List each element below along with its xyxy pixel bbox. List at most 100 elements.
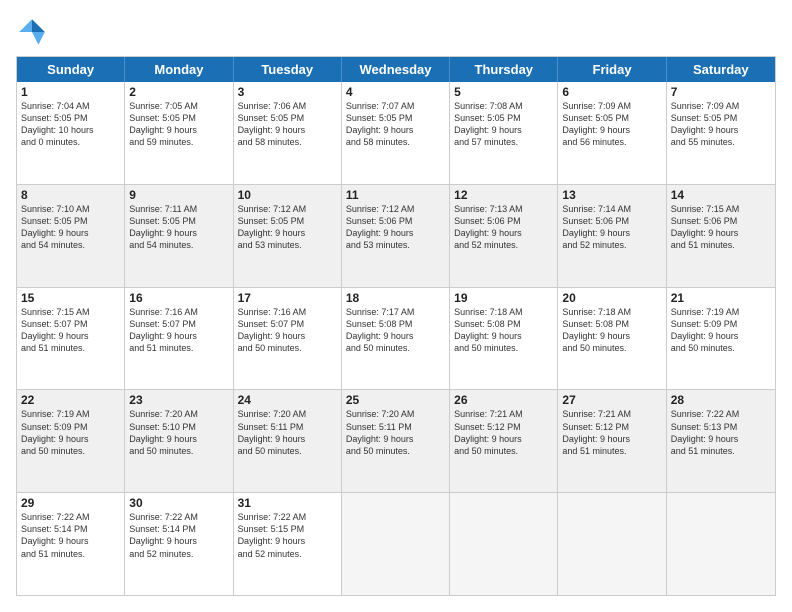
day-number: 28 (671, 393, 771, 407)
calendar-cell (450, 493, 558, 595)
day-info: Sunrise: 7:21 AM Sunset: 5:12 PM Dayligh… (454, 408, 553, 457)
day-info: Sunrise: 7:22 AM Sunset: 5:15 PM Dayligh… (238, 511, 337, 560)
calendar-cell (342, 493, 450, 595)
calendar-cell (667, 493, 775, 595)
day-number: 13 (562, 188, 661, 202)
calendar-cell: 8Sunrise: 7:10 AM Sunset: 5:05 PM Daylig… (17, 185, 125, 287)
calendar-cell: 6Sunrise: 7:09 AM Sunset: 5:05 PM Daylig… (558, 82, 666, 184)
day-number: 1 (21, 85, 120, 99)
calendar-cell: 22Sunrise: 7:19 AM Sunset: 5:09 PM Dayli… (17, 390, 125, 492)
day-number: 5 (454, 85, 553, 99)
day-number: 11 (346, 188, 445, 202)
day-info: Sunrise: 7:20 AM Sunset: 5:11 PM Dayligh… (238, 408, 337, 457)
day-info: Sunrise: 7:19 AM Sunset: 5:09 PM Dayligh… (671, 306, 771, 355)
day-info: Sunrise: 7:18 AM Sunset: 5:08 PM Dayligh… (454, 306, 553, 355)
day-number: 2 (129, 85, 228, 99)
day-number: 10 (238, 188, 337, 202)
day-info: Sunrise: 7:20 AM Sunset: 5:11 PM Dayligh… (346, 408, 445, 457)
day-info: Sunrise: 7:09 AM Sunset: 5:05 PM Dayligh… (671, 100, 771, 149)
calendar-row-1: 8Sunrise: 7:10 AM Sunset: 5:05 PM Daylig… (17, 184, 775, 287)
day-info: Sunrise: 7:12 AM Sunset: 5:06 PM Dayligh… (346, 203, 445, 252)
calendar-cell: 7Sunrise: 7:09 AM Sunset: 5:05 PM Daylig… (667, 82, 775, 184)
calendar-cell: 14Sunrise: 7:15 AM Sunset: 5:06 PM Dayli… (667, 185, 775, 287)
day-number: 16 (129, 291, 228, 305)
header-day-tuesday: Tuesday (234, 57, 342, 82)
day-info: Sunrise: 7:16 AM Sunset: 5:07 PM Dayligh… (238, 306, 337, 355)
day-info: Sunrise: 7:09 AM Sunset: 5:05 PM Dayligh… (562, 100, 661, 149)
calendar-cell: 3Sunrise: 7:06 AM Sunset: 5:05 PM Daylig… (234, 82, 342, 184)
day-number: 22 (21, 393, 120, 407)
calendar-cell: 9Sunrise: 7:11 AM Sunset: 5:05 PM Daylig… (125, 185, 233, 287)
calendar-cell: 30Sunrise: 7:22 AM Sunset: 5:14 PM Dayli… (125, 493, 233, 595)
header-day-monday: Monday (125, 57, 233, 82)
day-number: 30 (129, 496, 228, 510)
calendar-cell: 12Sunrise: 7:13 AM Sunset: 5:06 PM Dayli… (450, 185, 558, 287)
day-info: Sunrise: 7:04 AM Sunset: 5:05 PM Dayligh… (21, 100, 120, 149)
day-number: 25 (346, 393, 445, 407)
calendar-cell: 13Sunrise: 7:14 AM Sunset: 5:06 PM Dayli… (558, 185, 666, 287)
calendar-body: 1Sunrise: 7:04 AM Sunset: 5:05 PM Daylig… (17, 82, 775, 595)
day-info: Sunrise: 7:12 AM Sunset: 5:05 PM Dayligh… (238, 203, 337, 252)
day-number: 15 (21, 291, 120, 305)
calendar-cell: 26Sunrise: 7:21 AM Sunset: 5:12 PM Dayli… (450, 390, 558, 492)
logo (16, 16, 52, 48)
day-number: 8 (21, 188, 120, 202)
calendar-cell: 15Sunrise: 7:15 AM Sunset: 5:07 PM Dayli… (17, 288, 125, 390)
calendar-cell: 5Sunrise: 7:08 AM Sunset: 5:05 PM Daylig… (450, 82, 558, 184)
day-number: 7 (671, 85, 771, 99)
day-info: Sunrise: 7:21 AM Sunset: 5:12 PM Dayligh… (562, 408, 661, 457)
calendar-header: SundayMondayTuesdayWednesdayThursdayFrid… (17, 57, 775, 82)
day-number: 9 (129, 188, 228, 202)
logo-icon (16, 16, 48, 48)
calendar-cell: 1Sunrise: 7:04 AM Sunset: 5:05 PM Daylig… (17, 82, 125, 184)
day-number: 21 (671, 291, 771, 305)
page: SundayMondayTuesdayWednesdayThursdayFrid… (0, 0, 792, 612)
day-info: Sunrise: 7:16 AM Sunset: 5:07 PM Dayligh… (129, 306, 228, 355)
day-number: 4 (346, 85, 445, 99)
day-info: Sunrise: 7:14 AM Sunset: 5:06 PM Dayligh… (562, 203, 661, 252)
calendar-cell: 29Sunrise: 7:22 AM Sunset: 5:14 PM Dayli… (17, 493, 125, 595)
calendar-cell: 28Sunrise: 7:22 AM Sunset: 5:13 PM Dayli… (667, 390, 775, 492)
calendar-cell: 16Sunrise: 7:16 AM Sunset: 5:07 PM Dayli… (125, 288, 233, 390)
calendar-cell: 21Sunrise: 7:19 AM Sunset: 5:09 PM Dayli… (667, 288, 775, 390)
day-info: Sunrise: 7:07 AM Sunset: 5:05 PM Dayligh… (346, 100, 445, 149)
day-number: 20 (562, 291, 661, 305)
day-info: Sunrise: 7:06 AM Sunset: 5:05 PM Dayligh… (238, 100, 337, 149)
day-info: Sunrise: 7:22 AM Sunset: 5:14 PM Dayligh… (21, 511, 120, 560)
day-number: 19 (454, 291, 553, 305)
calendar-cell: 23Sunrise: 7:20 AM Sunset: 5:10 PM Dayli… (125, 390, 233, 492)
calendar-row-3: 22Sunrise: 7:19 AM Sunset: 5:09 PM Dayli… (17, 389, 775, 492)
day-number: 27 (562, 393, 661, 407)
day-number: 23 (129, 393, 228, 407)
day-info: Sunrise: 7:19 AM Sunset: 5:09 PM Dayligh… (21, 408, 120, 457)
day-info: Sunrise: 7:20 AM Sunset: 5:10 PM Dayligh… (129, 408, 228, 457)
day-info: Sunrise: 7:22 AM Sunset: 5:14 PM Dayligh… (129, 511, 228, 560)
header-day-sunday: Sunday (17, 57, 125, 82)
calendar-cell (558, 493, 666, 595)
calendar-cell: 31Sunrise: 7:22 AM Sunset: 5:15 PM Dayli… (234, 493, 342, 595)
day-number: 18 (346, 291, 445, 305)
day-number: 29 (21, 496, 120, 510)
day-info: Sunrise: 7:13 AM Sunset: 5:06 PM Dayligh… (454, 203, 553, 252)
day-info: Sunrise: 7:05 AM Sunset: 5:05 PM Dayligh… (129, 100, 228, 149)
calendar-cell: 27Sunrise: 7:21 AM Sunset: 5:12 PM Dayli… (558, 390, 666, 492)
calendar-cell: 2Sunrise: 7:05 AM Sunset: 5:05 PM Daylig… (125, 82, 233, 184)
calendar-cell: 17Sunrise: 7:16 AM Sunset: 5:07 PM Dayli… (234, 288, 342, 390)
day-number: 14 (671, 188, 771, 202)
header-day-saturday: Saturday (667, 57, 775, 82)
day-info: Sunrise: 7:18 AM Sunset: 5:08 PM Dayligh… (562, 306, 661, 355)
calendar-cell: 4Sunrise: 7:07 AM Sunset: 5:05 PM Daylig… (342, 82, 450, 184)
day-number: 3 (238, 85, 337, 99)
day-number: 17 (238, 291, 337, 305)
day-number: 6 (562, 85, 661, 99)
calendar-cell: 19Sunrise: 7:18 AM Sunset: 5:08 PM Dayli… (450, 288, 558, 390)
day-info: Sunrise: 7:17 AM Sunset: 5:08 PM Dayligh… (346, 306, 445, 355)
day-number: 12 (454, 188, 553, 202)
calendar: SundayMondayTuesdayWednesdayThursdayFrid… (16, 56, 776, 596)
header (16, 16, 776, 48)
day-info: Sunrise: 7:15 AM Sunset: 5:06 PM Dayligh… (671, 203, 771, 252)
calendar-row-4: 29Sunrise: 7:22 AM Sunset: 5:14 PM Dayli… (17, 492, 775, 595)
calendar-cell: 18Sunrise: 7:17 AM Sunset: 5:08 PM Dayli… (342, 288, 450, 390)
day-info: Sunrise: 7:08 AM Sunset: 5:05 PM Dayligh… (454, 100, 553, 149)
header-day-thursday: Thursday (450, 57, 558, 82)
